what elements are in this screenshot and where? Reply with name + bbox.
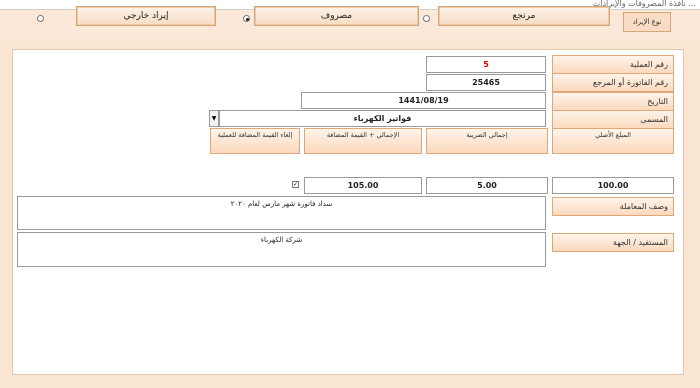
beneficiary-field[interactable]: شركة الكهرباء xyxy=(17,232,546,267)
grid-header-total: الإجمالي + القيمة المضافة xyxy=(304,128,422,154)
date-field[interactable]: 1441/08/19 xyxy=(301,92,546,109)
date-label: التاريخ xyxy=(552,92,674,111)
radio-external-revenue[interactable] xyxy=(37,15,44,22)
radio-expense[interactable] xyxy=(243,15,250,22)
description-label: وصف المعاملة xyxy=(552,197,674,216)
cancel-vat-checkbox[interactable]: ✓ xyxy=(292,181,299,188)
type-expense[interactable]: مصروف xyxy=(254,6,419,26)
grid-header-cancel-vat: إلغاء القيمة المضافة للعملية xyxy=(210,128,300,154)
account-label: المسمى xyxy=(552,110,674,129)
type-label: نوع الإيراد xyxy=(623,12,671,32)
grid-header-tax: إجمالي الضريبة xyxy=(426,128,548,154)
grand-total-field[interactable]: 105.00 xyxy=(304,177,422,194)
original-amount-field[interactable]: 100.00 xyxy=(552,177,674,194)
tax-total-field[interactable]: 5.00 xyxy=(426,177,548,194)
account-value: فواتير الكهرباء xyxy=(353,114,412,123)
account-select[interactable]: فواتير الكهرباء xyxy=(219,110,546,127)
chevron-down-icon[interactable]: ▼ xyxy=(209,110,219,127)
process-no-field[interactable]: 5 xyxy=(426,56,546,73)
invoice-no-field[interactable]: 25465 xyxy=(426,74,546,91)
grid-header-original: المبلغ الأصلي xyxy=(552,128,674,154)
type-return[interactable]: مرتجع xyxy=(438,6,610,26)
process-no-label: رقم العملية xyxy=(552,55,674,74)
beneficiary-label: المستفيد / الجهة xyxy=(552,233,674,252)
description-field[interactable]: سداد فاتورة شهر مارس لعام ٢٠٢٠ xyxy=(17,196,546,230)
invoice-no-label: رقم الفاتورة أو المرجع xyxy=(552,73,674,92)
radio-return[interactable] xyxy=(423,15,430,22)
type-external-revenue[interactable]: إيراد خارجي xyxy=(76,6,216,26)
